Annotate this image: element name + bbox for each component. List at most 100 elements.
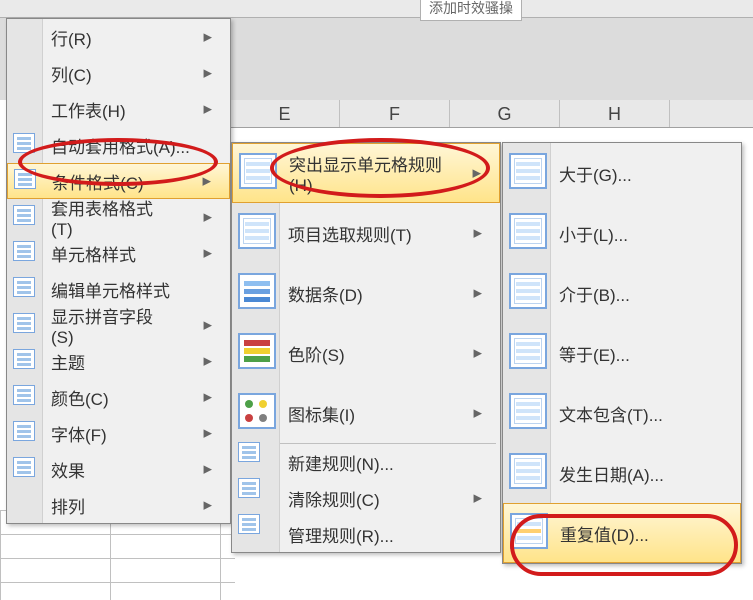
cellstyle-icon (13, 241, 37, 265)
menu-item-2[interactable]: 工作表(H)▸ (7, 91, 230, 127)
hl-icon (509, 453, 549, 493)
cf-item-1[interactable]: 项目选取规则(T)▸ (232, 203, 500, 263)
submenu-arrow-icon: ▸ (173, 63, 212, 83)
hl-rule-item-0[interactable]: 大于(G)... (503, 143, 741, 203)
submenu-arrow-icon: ▸ (173, 351, 212, 371)
conditional-format-submenu: 突出显示单元格规则(H)▸项目选取规则(T)▸数据条(D)▸色阶(S)▸图标集(… (231, 142, 501, 553)
menu-item-label: 色阶(S) (288, 341, 345, 366)
submenu-arrow-icon: ▸ (173, 315, 212, 335)
bars-icon (238, 273, 278, 313)
submenu-arrow-icon: ▸ (173, 387, 212, 407)
column-headers: E F G H (230, 100, 753, 128)
submenu-arrow-icon: ▸ (173, 423, 212, 443)
format-menu: 行(R)▸列(C)▸工作表(H)▸自动套用格式(A)...条件格式(C)▸套用表… (6, 18, 231, 524)
condfmt-icon (14, 169, 38, 193)
menu-item-label: 显示拼音字段(S) (51, 303, 173, 348)
menu-item-label: 介于(B)... (559, 281, 630, 306)
submenu-arrow-icon: ▸ (443, 343, 482, 363)
scale-icon (238, 333, 278, 373)
menu-item-9[interactable]: 主题 ▸ (7, 343, 230, 379)
hl-icon (509, 333, 549, 373)
rule-icon (238, 442, 278, 482)
rule-icon (238, 514, 278, 554)
hl-rule-item-1[interactable]: 小于(L)... (503, 203, 741, 263)
menu-item-label: 套用表格格式(T) (51, 195, 173, 240)
menu-item-8[interactable]: 显示拼音字段(S)▸ (7, 307, 230, 343)
hl-icon (509, 393, 549, 433)
menu-item-label: 图标集(I) (288, 401, 355, 426)
submenu-arrow-icon: ▸ (173, 207, 212, 227)
submenu-arrow-icon: ▸ (173, 99, 212, 119)
pinyin-icon (13, 313, 37, 337)
menu-item-5[interactable]: 套用表格格式(T)▸ (7, 199, 230, 235)
effect-icon (13, 457, 37, 481)
cf-item-0[interactable]: 突出显示单元格规则(H)▸ (232, 143, 500, 203)
menu-item-label: 新建规则(N)... (288, 450, 394, 475)
menu-item-label: 主题 (51, 349, 85, 374)
hl-rule-item-3[interactable]: 等于(E)... (503, 323, 741, 383)
menu-item-label: 自动套用格式(A)... (51, 133, 190, 158)
submenu-arrow-icon: ▸ (443, 403, 482, 423)
menu-item-12[interactable]: 效果▸ (7, 451, 230, 487)
tablefmt-icon (13, 205, 37, 229)
hl-rule-item-6[interactable]: 重复值(D)... (503, 503, 741, 563)
hl-icon (509, 213, 549, 253)
cf-mgmt-item-0[interactable]: 新建规则(N)... (232, 444, 500, 480)
menu-item-6[interactable]: 单元格样式▸ (7, 235, 230, 271)
hl-sel-icon (510, 513, 550, 553)
column-header-g[interactable]: G (450, 100, 560, 127)
menu-item-label: 小于(L)... (559, 221, 628, 246)
column-header-h[interactable]: H (560, 100, 670, 127)
submenu-arrow-icon: ▸ (172, 171, 211, 191)
highlight-rules-submenu: 大于(G)... 小于(L)... 介于(B)... 等于(E)... 文本包含(T).… (502, 142, 742, 564)
title-bar-fragment (0, 0, 753, 18)
menu-item-10[interactable]: 颜色(C) ▸ (7, 379, 230, 415)
menu-item-label: 重复值(D)... (560, 521, 649, 546)
column-header-f[interactable]: F (340, 100, 450, 127)
menu-item-13[interactable]: 排列▸ (7, 487, 230, 523)
blank-icon (13, 25, 37, 49)
menu-item-0[interactable]: 行(R) ▸ (7, 19, 230, 55)
hl-icon (238, 213, 278, 253)
blank-icon (13, 61, 37, 85)
submenu-arrow-icon: ▸ (173, 495, 212, 515)
theme-icon (13, 349, 37, 373)
menu-item-label: 管理规则(R)... (288, 522, 394, 547)
cf-item-4[interactable]: 图标集(I) ▸ (232, 383, 500, 443)
iconset-icon (238, 393, 278, 433)
rule-icon (238, 478, 278, 518)
toolbar-snippet: 添加时效骚操 (420, 0, 522, 21)
menu-item-label: 单元格样式 (51, 241, 136, 266)
menu-item-label: 清除规则(C) (288, 486, 380, 511)
submenu-arrow-icon: ▸ (443, 488, 482, 508)
cf-item-2[interactable]: 数据条(D)▸ (232, 263, 500, 323)
menu-item-label: 行(R) (51, 25, 92, 50)
menu-item-1[interactable]: 列(C) ▸ (7, 55, 230, 91)
autoform-icon (13, 133, 37, 157)
menu-item-label: 编辑单元格样式 (51, 277, 170, 302)
cf-mgmt-item-2[interactable]: 管理规则(R)... (232, 516, 500, 552)
blank-icon (13, 493, 37, 517)
submenu-arrow-icon: ▸ (173, 27, 212, 47)
hl-icon (509, 273, 549, 313)
submenu-arrow-icon: ▸ (173, 459, 212, 479)
menu-item-3[interactable]: 自动套用格式(A)... (7, 127, 230, 163)
menu-item-label: 大于(G)... (559, 161, 632, 186)
menu-item-label: 字体(F) (51, 421, 107, 446)
menu-item-label: 列(C) (51, 61, 92, 86)
menu-item-11[interactable]: 字体(F) ▸ (7, 415, 230, 451)
menu-item-label: 等于(E)... (559, 341, 630, 366)
cf-item-3[interactable]: 色阶(S) ▸ (232, 323, 500, 383)
submenu-arrow-icon: ▸ (443, 283, 482, 303)
menu-item-label: 颜色(C) (51, 385, 109, 410)
hl-rule-item-2[interactable]: 介于(B)... (503, 263, 741, 323)
column-header-e[interactable]: E (230, 100, 340, 127)
submenu-arrow-icon: ▸ (442, 163, 481, 183)
menu-item-label: 条件格式(C) (52, 169, 144, 194)
font-icon (13, 421, 37, 445)
cf-mgmt-item-1[interactable]: 清除规则(C) ▸ (232, 480, 500, 516)
menu-item-label: 发生日期(A)... (559, 461, 664, 486)
editstyle-icon (13, 277, 37, 301)
hl-rule-item-4[interactable]: 文本包含(T)... (503, 383, 741, 443)
hl-rule-item-5[interactable]: 发生日期(A)... (503, 443, 741, 503)
